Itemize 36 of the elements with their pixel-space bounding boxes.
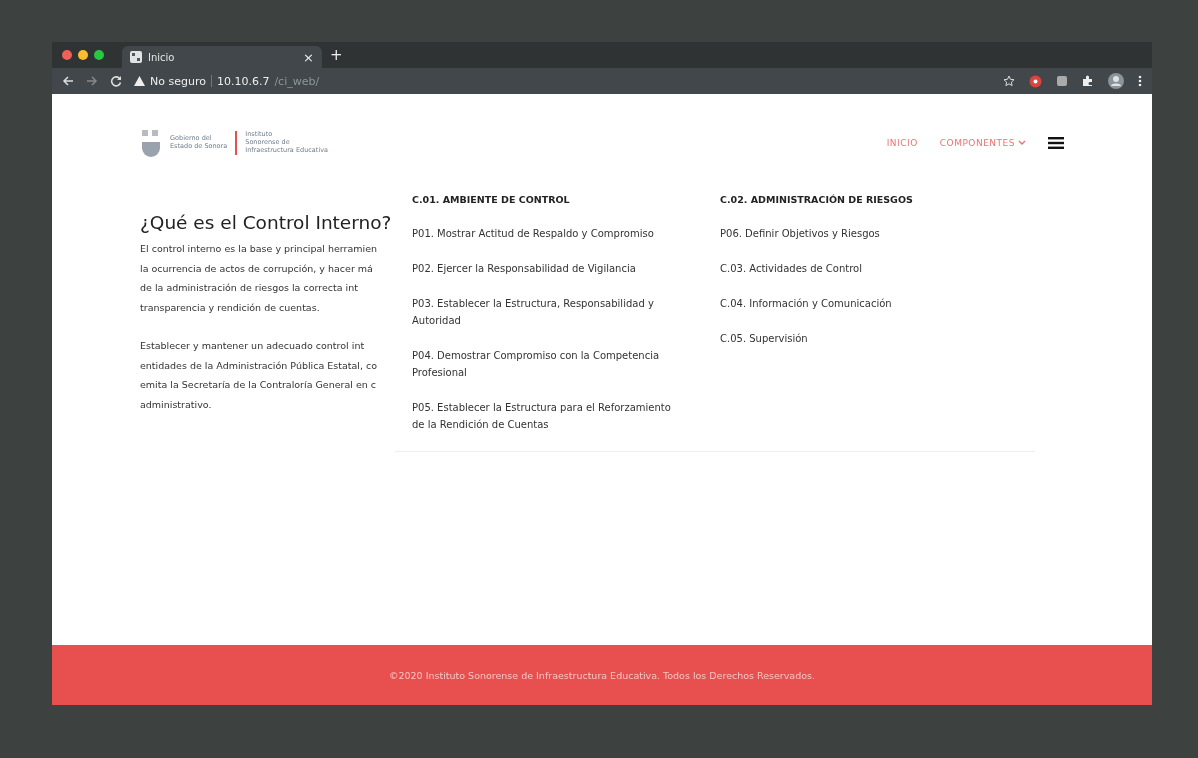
favicon-icon xyxy=(130,51,142,63)
component-link[interactable]: C.05. Supervisión xyxy=(720,330,950,347)
component-link[interactable]: C.03. Actividades de Control xyxy=(720,260,950,277)
browser-tab[interactable]: Inicio × xyxy=(122,46,322,68)
star-icon[interactable] xyxy=(1003,75,1015,87)
reload-icon[interactable] xyxy=(110,75,122,87)
new-tab-button[interactable]: + xyxy=(330,46,343,64)
footer-text: ©2020 Instituto Sonorense de Infraestructura Educativa. Todos los Derechos Reservados. xyxy=(389,669,815,681)
component-link[interactable]: P06. Definir Objetivos y Riesgos xyxy=(720,225,950,242)
warning-icon xyxy=(134,76,145,86)
puzzle-icon[interactable] xyxy=(1082,75,1094,87)
caret-icon xyxy=(1018,140,1026,146)
intro-paragraph: Establecer y mantener un adecuado control int entidades de la Administración Pública Estatal, co emita la Secretaría de la Contraloría General en c administrativo. xyxy=(140,339,379,412)
component-link[interactable]: P05. Establecer la Estructura para el Reforzamiento de la Rendición de Cuentas xyxy=(412,399,682,433)
tab-title: Inicio xyxy=(148,51,176,63)
menu-icon[interactable] xyxy=(1048,137,1064,149)
component-link[interactable]: P03. Establecer la Estructura, Responsabilidad y Autoridad xyxy=(412,295,682,329)
minimize-window-button[interactable] xyxy=(78,50,88,60)
close-window-button[interactable] xyxy=(62,50,72,60)
extension-icon[interactable] xyxy=(1056,75,1068,87)
component-link[interactable]: P01. Mostrar Actitud de Respaldo y Compromiso xyxy=(412,225,682,242)
back-icon[interactable] xyxy=(62,75,74,87)
extension-icon[interactable] xyxy=(1029,74,1042,88)
component-link[interactable]: P02. Ejercer la Responsabilidad de Vigilancia xyxy=(412,260,682,277)
intro-title: ¿Qué es el Control Interno? xyxy=(140,212,390,233)
crest-icon xyxy=(140,128,162,158)
more-icon[interactable] xyxy=(1138,75,1142,87)
close-tab-button[interactable]: × xyxy=(303,49,314,65)
forward-icon[interactable] xyxy=(86,75,98,87)
maximize-window-button[interactable] xyxy=(94,50,104,60)
intro-paragraph: El control interno es la base y principal herramien la ocurrencia de actos de corrupción, y hacer má de la administración de riesgos la correcta int transparencia y rendición de cuentas. xyxy=(140,242,379,315)
component-link[interactable]: P04. Demostrar Compromiso con la Competencia Profesional xyxy=(412,347,682,381)
section-heading: C.02. ADMINISTRACIÓN DE RIESGOS xyxy=(720,194,914,205)
avatar-icon[interactable] xyxy=(1108,73,1124,89)
section-heading: C.01. AMBIENTE DE CONTROL xyxy=(412,194,571,205)
component-link[interactable]: C.04. Información y Comunicación xyxy=(720,295,950,312)
